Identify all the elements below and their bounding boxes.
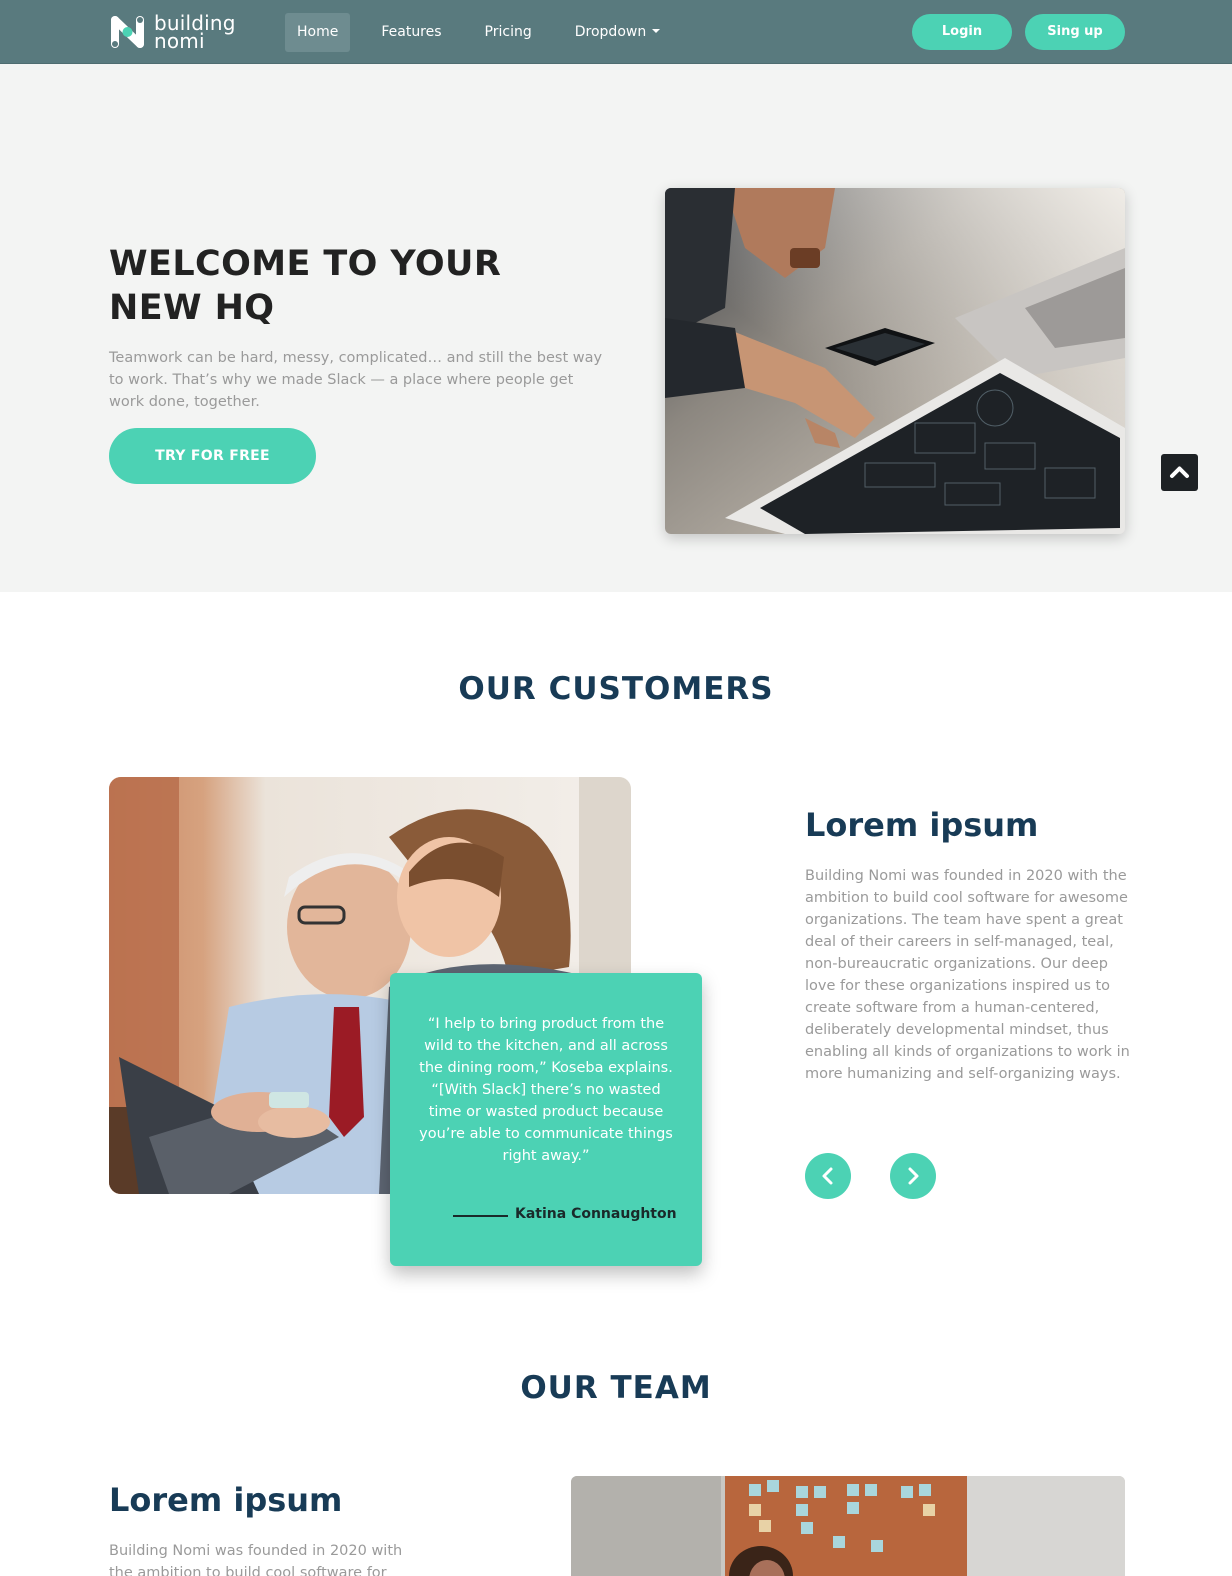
- customers-heading: Lorem ipsum: [805, 806, 1039, 844]
- chevron-left-icon: [822, 1167, 833, 1185]
- customers-section-title: OUR CUSTOMERS: [458, 671, 774, 707]
- nav-links: Home Features Pricing Dropdown: [285, 13, 691, 52]
- hero-photo-illustration: [665, 188, 1125, 534]
- scroll-to-top-button[interactable]: [1161, 454, 1198, 491]
- testimonial-quote: “I help to bring product from the wild t…: [419, 1016, 673, 1164]
- next-button[interactable]: [890, 1153, 936, 1199]
- testimonial-author: Katina Connaughton: [515, 1206, 677, 1222]
- hero-image: [665, 188, 1125, 534]
- signup-button[interactable]: Sing up: [1025, 14, 1125, 50]
- team-heading: Lorem ipsum: [109, 1481, 343, 1519]
- login-button[interactable]: Login: [912, 14, 1012, 50]
- nav-link-home[interactable]: Home: [285, 13, 351, 52]
- team-description: Building Nomi was founded in 2020 with t…: [109, 1543, 403, 1576]
- nav-link-dropdown[interactable]: Dropdown: [563, 13, 672, 52]
- hero-title: WELCOME TO YOUR NEW HQ: [109, 242, 501, 330]
- nav-link-features[interactable]: Features: [369, 13, 453, 52]
- hero-description: Teamwork can be hard, messy, complicated…: [109, 350, 603, 410]
- chevron-right-icon: [908, 1167, 919, 1185]
- previous-button[interactable]: [805, 1153, 851, 1199]
- hero-title-line-1: WELCOME TO YOUR: [109, 244, 502, 284]
- hero-section: WELCOME TO YOUR NEW HQ Teamwork can be h…: [0, 64, 1232, 592]
- caret-down-icon: [652, 28, 661, 33]
- chevron-up-icon: [1170, 466, 1189, 478]
- testimonial-card: “I help to bring product from the wild t…: [390, 973, 702, 1266]
- testimonial-divider: [453, 1215, 508, 1217]
- team-photo: [571, 1476, 1125, 1576]
- try-for-free-button[interactable]: TRY FOR FREE: [109, 428, 316, 484]
- team-photo-illustration: [571, 1476, 1125, 1576]
- brand-logo[interactable]: building nomi: [109, 12, 236, 52]
- customers-description: Building Nomi was founded in 2020 with t…: [805, 868, 1130, 1082]
- brand-name: building nomi: [154, 13, 236, 51]
- nav-link-pricing[interactable]: Pricing: [473, 13, 544, 52]
- hero-title-line-2: NEW HQ: [109, 288, 275, 328]
- team-section-title: OUR TEAM: [520, 1370, 712, 1406]
- logo-icon: [111, 16, 144, 48]
- top-navbar: building nomi Home Features Pricing Drop…: [0, 0, 1232, 64]
- nav-link-dropdown-label: Dropdown: [574, 24, 647, 40]
